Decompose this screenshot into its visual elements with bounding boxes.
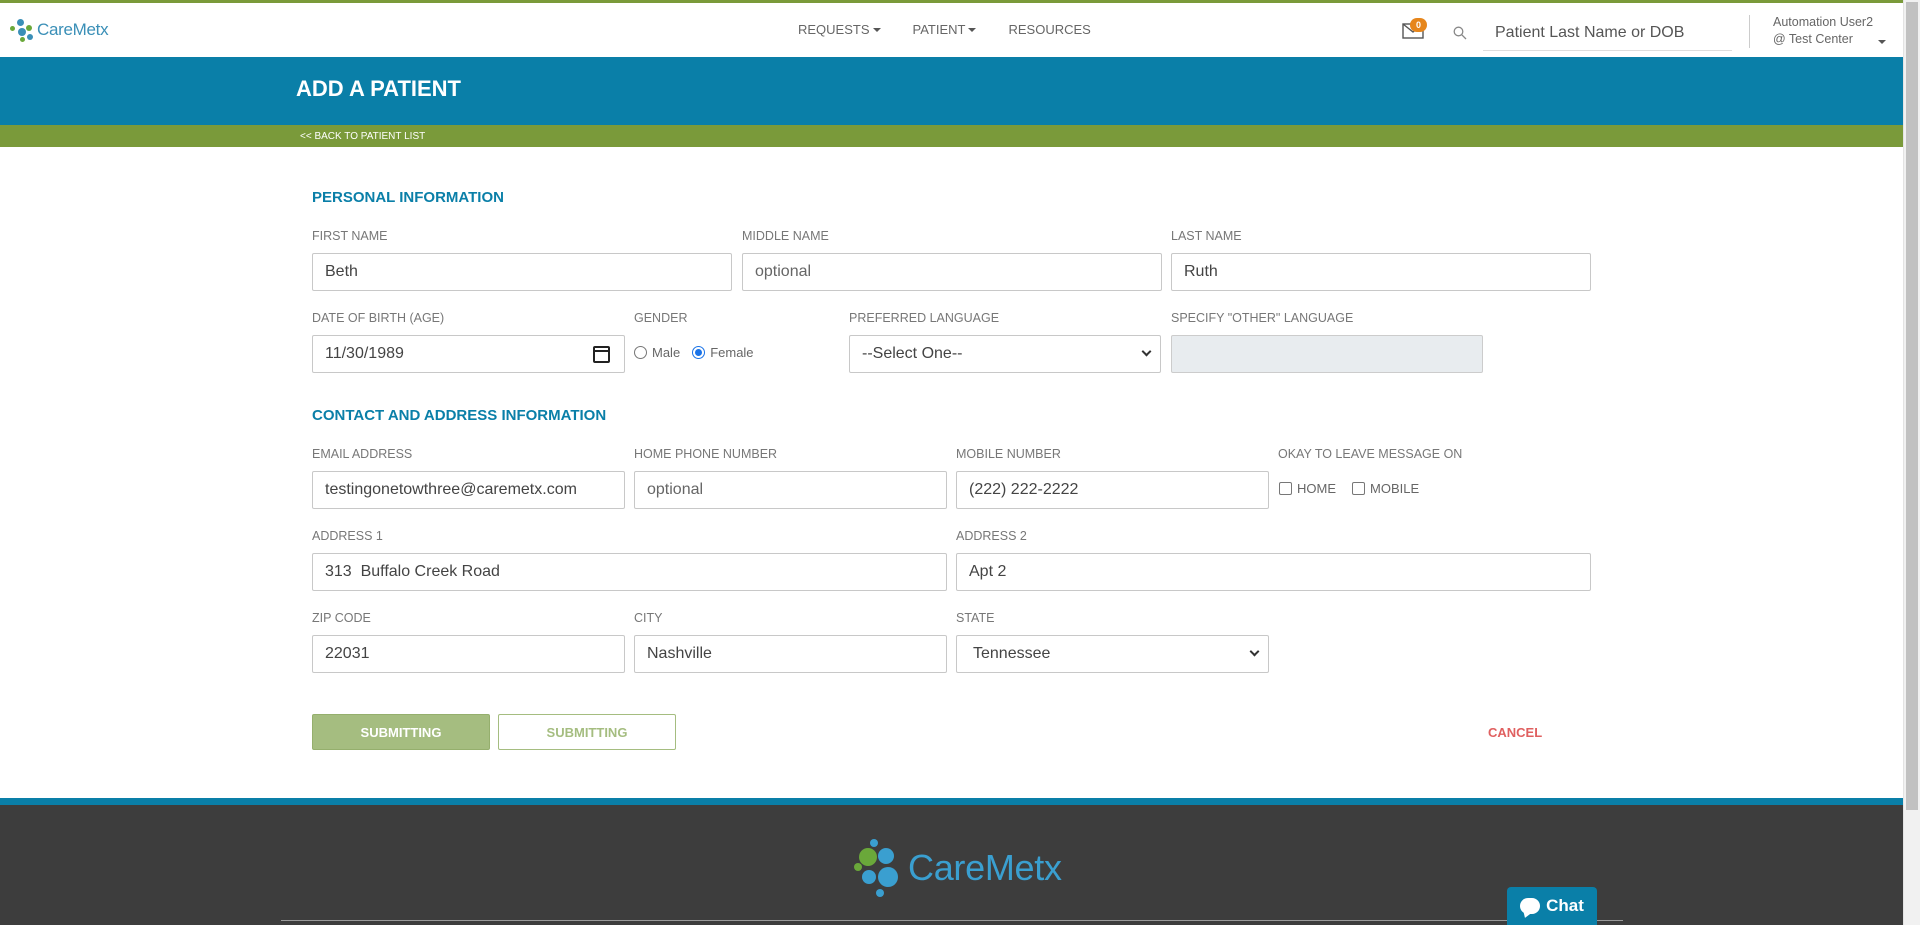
city-input[interactable] (634, 635, 947, 673)
top-navbar: CareMetx REQUESTS PATIENT RESOURCES 0 Au… (0, 0, 1903, 57)
preferred-language-label: PREFERRED LANGUAGE (849, 311, 1000, 325)
contact-info-heading: CONTACT AND ADDRESS INFORMATION (312, 407, 607, 424)
footer-logo-dots-icon (854, 839, 898, 897)
footer-divider (281, 920, 1623, 921)
leave-message-label: OKAY TO LEAVE MESSAGE ON (1278, 447, 1463, 461)
page-scrollbar[interactable] (1903, 0, 1920, 925)
other-language-input (1171, 335, 1483, 373)
email-label: EMAIL ADDRESS (312, 447, 413, 461)
state-select[interactable]: Tennessee (956, 635, 1269, 673)
leave-message-mobile-checkbox[interactable] (1352, 482, 1365, 495)
gender-radio-group: Male Female (634, 345, 754, 360)
chat-button[interactable]: Chat (1507, 887, 1597, 925)
submit-button[interactable]: SUBMITTING (312, 714, 490, 750)
user-menu[interactable]: Automation User2 @ Test Center (1773, 14, 1873, 48)
chevron-down-icon (1249, 646, 1260, 657)
chat-label: Chat (1546, 896, 1584, 915)
state-label: STATE (956, 611, 995, 625)
search-icon[interactable] (1453, 26, 1467, 40)
gender-male-label: Male (652, 345, 681, 360)
back-to-patient-list-link[interactable]: << BACK TO PATIENT LIST (300, 131, 425, 142)
gender-female-radio[interactable] (692, 346, 706, 359)
state-value: Tennessee (973, 645, 1051, 662)
dob-label: DATE OF BIRTH (AGE) (312, 311, 445, 325)
gender-label: GENDER (634, 311, 688, 325)
address2-label: ADDRESS 2 (956, 529, 1027, 543)
submit-secondary-button[interactable]: SUBMITTING (498, 714, 676, 750)
personal-info-heading: PERSONAL INFORMATION (312, 189, 504, 206)
first-name-label: FIRST NAME (312, 229, 388, 243)
home-phone-label: HOME PHONE NUMBER (634, 447, 778, 461)
user-center: @ Test Center (1773, 32, 1853, 46)
caret-down-icon (968, 27, 977, 32)
dob-input[interactable]: 11/30/1989 (312, 335, 625, 373)
zip-code-input[interactable] (312, 635, 625, 673)
footer-logo: CareMetx (852, 837, 1062, 899)
page-footer: CareMetx (0, 798, 1903, 925)
city-label: CITY (634, 611, 663, 625)
leave-message-home-label: HOME (1297, 481, 1336, 496)
gender-female-label: Female (710, 345, 754, 360)
page-title: ADD A PATIENT (296, 76, 461, 101)
middle-name-label: MIDDLE NAME (742, 229, 829, 243)
first-name-input[interactable] (312, 253, 732, 291)
nav-resources[interactable]: RESOURCES (1008, 22, 1090, 37)
chevron-down-icon (1141, 346, 1152, 357)
nav-patient[interactable]: PATIENT (913, 22, 977, 37)
footer-logo-text: CareMetx (908, 847, 1062, 888)
middle-name-input[interactable] (742, 253, 1162, 291)
logo-text: CareMetx (37, 20, 109, 39)
page-banner: ADD A PATIENT (0, 57, 1903, 125)
preferred-language-value: --Select One-- (862, 345, 963, 362)
header-divider (1749, 15, 1750, 48)
email-input[interactable] (312, 471, 625, 509)
user-name: Automation User2 (1773, 15, 1874, 29)
sub-banner: << BACK TO PATIENT LIST (0, 125, 1903, 147)
scrollbar-thumb[interactable] (1906, 2, 1918, 810)
nav-resources-label: RESOURCES (1008, 22, 1091, 37)
last-name-label: LAST NAME (1171, 229, 1242, 243)
dob-value: 11/30/1989 (325, 345, 404, 362)
last-name-input[interactable] (1171, 253, 1591, 291)
leave-message-checkboxes: HOME MOBILE (1279, 481, 1419, 496)
user-menu-caret-icon[interactable] (1878, 40, 1886, 44)
mobile-number-label: MOBILE NUMBER (956, 447, 1061, 461)
home-phone-input[interactable] (634, 471, 947, 509)
preferred-language-select[interactable]: --Select One-- (849, 335, 1161, 373)
caremetx-logo[interactable]: CareMetx (8, 17, 109, 43)
cancel-link[interactable]: CANCEL (1488, 725, 1542, 740)
zip-code-label: ZIP CODE (312, 611, 371, 625)
leave-message-mobile-label: MOBILE (1370, 481, 1420, 496)
chat-bubble-icon (1520, 898, 1541, 914)
other-language-label: SPECIFY "OTHER" LANGUAGE (1171, 311, 1354, 325)
gender-male-radio[interactable] (634, 346, 647, 359)
leave-message-home-checkbox[interactable] (1279, 482, 1292, 495)
address1-input[interactable] (312, 553, 947, 591)
address1-label: ADDRESS 1 (312, 529, 383, 543)
calendar-icon[interactable] (593, 345, 610, 363)
notification-badge: 0 (1410, 18, 1427, 32)
nav-requests[interactable]: REQUESTS (798, 22, 881, 37)
nav-patient-label: PATIENT (912, 22, 966, 37)
address2-input[interactable] (956, 553, 1591, 591)
main-nav: REQUESTS PATIENT RESOURCES (798, 22, 1091, 37)
logo-dots-icon (8, 17, 34, 43)
nav-requests-label: REQUESTS (798, 22, 870, 37)
patient-search-input[interactable] (1483, 15, 1732, 51)
caret-down-icon (872, 27, 881, 32)
mobile-number-input[interactable] (956, 471, 1269, 509)
